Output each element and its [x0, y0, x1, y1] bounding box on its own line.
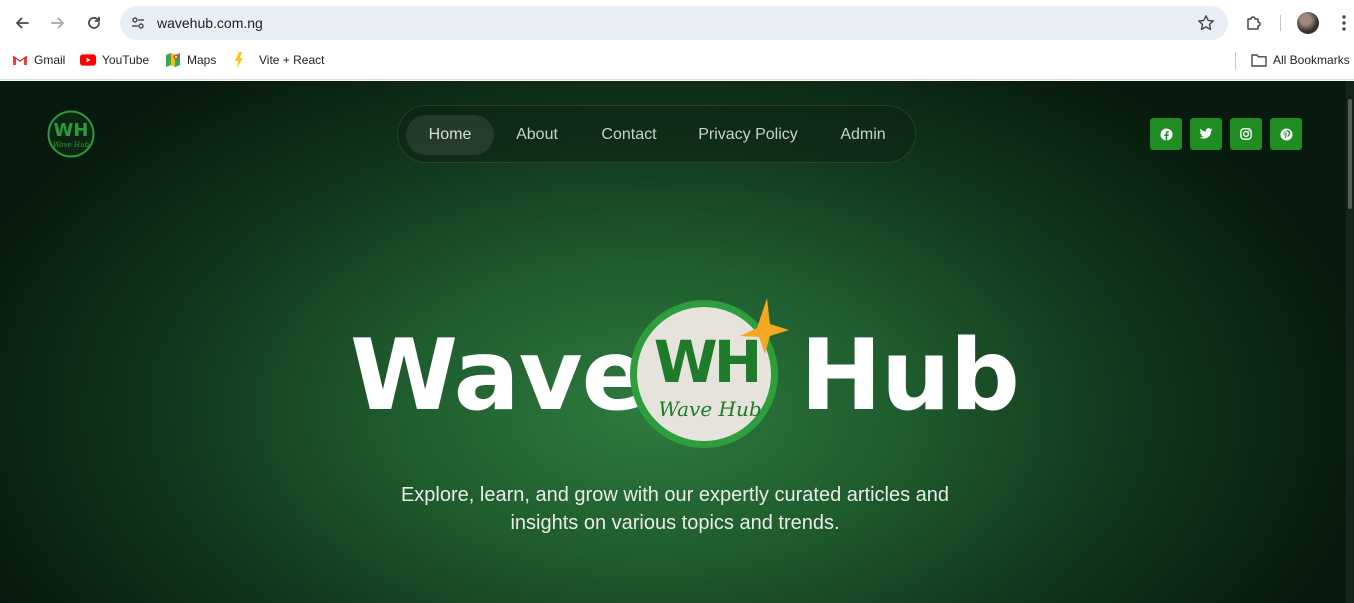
folder-icon: [1251, 52, 1267, 68]
star-icon[interactable]: [1196, 13, 1216, 33]
bookmark-youtube[interactable]: YouTube: [80, 45, 149, 75]
kebab-menu-icon: [1342, 15, 1346, 31]
avatar[interactable]: [1297, 12, 1319, 34]
facebook-icon: [1159, 127, 1173, 141]
hero-tagline: Explore, learn, and grow with our expert…: [400, 484, 950, 534]
hero-word-left: Wave: [350, 319, 648, 433]
hero-logo: WH Wave Hub: [624, 296, 794, 456]
site-logo[interactable]: WH Wave Hub: [47, 110, 95, 158]
bookmark-gmail[interactable]: Gmail: [12, 45, 65, 75]
forward-button[interactable]: [44, 9, 72, 37]
youtube-icon: [80, 52, 96, 68]
reload-button[interactable]: [80, 9, 108, 37]
bookmark-vite-react[interactable]: Vite + React: [231, 45, 324, 75]
twitter-icon: [1199, 128, 1213, 139]
browser-toolbar: wavehub.com.ng: [0, 0, 1354, 45]
hero-logo-text: WH: [654, 328, 759, 396]
main-nav: Home About Contact Privacy Policy Admin: [397, 105, 916, 163]
url-text[interactable]: wavehub.com.ng: [157, 6, 263, 40]
scrollbar-thumb[interactable]: [1348, 99, 1352, 209]
vite-icon: [231, 52, 247, 68]
facebook-button[interactable]: [1150, 118, 1182, 150]
logo-text: WH: [54, 120, 89, 141]
gmail-icon: [12, 52, 28, 68]
hero-logo-script: Wave Hub: [658, 397, 761, 421]
bookmark-label: Vite + React: [259, 53, 325, 67]
website-page: WH Wave Hub Home About Contact Privacy P…: [0, 81, 1354, 603]
twitter-button[interactable]: [1190, 118, 1222, 150]
bookmarks-bar: Gmail YouTube Maps Vite + React All Book…: [0, 45, 1354, 80]
tune-icon[interactable]: [128, 13, 148, 33]
bookmark-label: Maps: [187, 53, 217, 67]
bookmark-label: Gmail: [34, 53, 66, 67]
arrow-right-icon: [51, 17, 64, 29]
toolbar-divider: [1280, 15, 1281, 31]
reload-icon: [88, 16, 100, 29]
logo-script: Wave Hub: [53, 141, 90, 149]
extensions-button[interactable]: [1240, 9, 1268, 37]
nav-home[interactable]: Home: [406, 115, 494, 155]
instagram-button[interactable]: [1230, 118, 1262, 150]
pinterest-button[interactable]: [1270, 118, 1302, 150]
nav-contact[interactable]: Contact: [588, 115, 670, 155]
bookmark-label: YouTube: [102, 53, 150, 67]
address-bar[interactable]: wavehub.com.ng: [120, 6, 1228, 40]
puzzle-icon: [1247, 16, 1261, 30]
menu-button[interactable]: [1330, 9, 1354, 37]
nav-admin[interactable]: Admin: [826, 115, 900, 155]
arrow-left-icon: [16, 17, 29, 29]
bookmark-maps[interactable]: Maps: [165, 45, 216, 75]
page-scrollbar[interactable]: [1346, 81, 1354, 603]
all-bookmarks-button[interactable]: All Bookmarks: [1251, 45, 1350, 75]
nav-privacy-policy[interactable]: Privacy Policy: [688, 115, 808, 155]
all-bookmarks-label: All Bookmarks: [1273, 53, 1350, 67]
maps-icon: [165, 52, 181, 68]
back-button[interactable]: [8, 9, 36, 37]
bookmarks-divider: [1235, 52, 1236, 70]
pinterest-icon: [1279, 127, 1293, 141]
nav-about[interactable]: About: [502, 115, 572, 155]
instagram-icon: [1240, 128, 1252, 140]
hero-word-right: Hub: [800, 319, 1020, 433]
